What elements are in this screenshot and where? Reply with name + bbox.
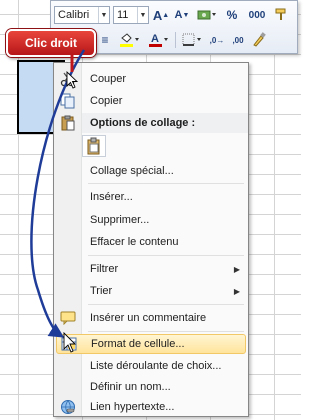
copy-icon bbox=[56, 91, 80, 111]
align-label: ≡ bbox=[101, 33, 109, 47]
menu-item-label: Définir un nom... bbox=[90, 381, 171, 393]
clipboard-icon bbox=[87, 137, 100, 155]
menu-item-cut[interactable]: Couper bbox=[56, 69, 246, 89]
font-color-button[interactable]: A bbox=[146, 31, 172, 49]
menu-item-label: Format de cellule... bbox=[91, 338, 185, 350]
blank-icon bbox=[56, 356, 80, 376]
thousands-separator-button[interactable]: 000 bbox=[244, 6, 270, 24]
right-click-callout: Clic droit bbox=[6, 29, 96, 57]
menu-item-dropdown-list[interactable]: Liste déroulante de choix... bbox=[56, 356, 246, 376]
decrease-decimal-button[interactable]: ,0→ bbox=[208, 31, 226, 49]
menu-item-delete[interactable]: Supprimer... bbox=[56, 210, 246, 230]
format-painter-icon bbox=[275, 8, 286, 20]
menu-item-label: Trier bbox=[90, 285, 113, 297]
menu-item-paste-special[interactable]: Collage spécial... bbox=[56, 161, 246, 181]
font-size-value: 11 bbox=[117, 9, 129, 21]
paste-options-header: Options de collage : bbox=[82, 113, 248, 133]
callout-label: Clic droit bbox=[24, 36, 77, 50]
menu-separator bbox=[88, 183, 244, 184]
money-icon bbox=[197, 10, 216, 20]
submenu-arrow-icon: ▶ bbox=[233, 264, 240, 274]
font-name-combo[interactable]: Calibri ▼ bbox=[54, 6, 110, 24]
accounting-format-button[interactable] bbox=[194, 6, 220, 24]
menu-item-sort[interactable]: Trier ▶ bbox=[56, 281, 246, 301]
paste-option-button[interactable] bbox=[82, 135, 106, 157]
menu-item-clear-contents[interactable]: Effacer le contenu bbox=[56, 232, 246, 252]
menu-item-label: Insérer un commentaire bbox=[90, 312, 207, 324]
blank-icon bbox=[56, 259, 80, 279]
increase-decimal-button[interactable]: ,00 bbox=[229, 31, 247, 49]
paste-options-label: Options de collage : bbox=[90, 117, 196, 129]
context-menu: Couper Copier Options de collage : Colla… bbox=[53, 62, 249, 417]
format-cells-icon bbox=[57, 334, 81, 354]
shrink-font-button[interactable]: A ▼ bbox=[173, 6, 191, 24]
blank-icon bbox=[56, 187, 80, 207]
mini-toolbar-row-1: Calibri ▼ 11 ▼ A ▲ A ▼ % 000 bbox=[54, 4, 294, 26]
thousands-label: 000 bbox=[248, 9, 266, 21]
menu-item-filter[interactable]: Filtrer ▶ bbox=[56, 259, 246, 279]
fill-color-button[interactable] bbox=[117, 31, 143, 49]
toolbar-separator bbox=[175, 32, 176, 48]
percent-button[interactable]: % bbox=[223, 6, 241, 24]
align-button[interactable]: ≡ bbox=[96, 31, 114, 49]
menu-item-label: Liste déroulante de choix... bbox=[90, 360, 222, 372]
shrink-font-label: A bbox=[174, 9, 183, 21]
blank-icon bbox=[56, 161, 80, 181]
fill-color-icon bbox=[120, 33, 139, 47]
menu-item-label: Lien hypertexte... bbox=[90, 401, 175, 413]
menu-item-label: Effacer le contenu bbox=[90, 236, 179, 248]
menu-item-copy[interactable]: Copier bbox=[56, 91, 246, 111]
format-painter-button[interactable] bbox=[273, 6, 291, 24]
font-name-value: Calibri bbox=[58, 9, 90, 21]
borders-icon bbox=[182, 33, 201, 46]
menu-item-label: Collage spécial... bbox=[90, 165, 174, 177]
menu-item-label: Copier bbox=[90, 95, 123, 107]
svg-text:A: A bbox=[151, 33, 159, 45]
menu-separator bbox=[88, 304, 244, 305]
blank-icon bbox=[56, 232, 80, 252]
font-color-icon: A bbox=[149, 33, 168, 47]
font-size-combo[interactable]: 11 ▼ bbox=[113, 6, 149, 24]
menu-item-define-name[interactable]: Définir un nom... bbox=[56, 377, 246, 397]
percent-label: % bbox=[226, 8, 238, 22]
menu-item-label: Supprimer... bbox=[90, 214, 150, 226]
chevron-down-icon[interactable]: ▼ bbox=[137, 7, 148, 23]
menu-separator bbox=[88, 331, 244, 332]
blank-icon bbox=[56, 210, 80, 230]
grow-font-label: A bbox=[152, 7, 163, 23]
borders-button[interactable] bbox=[179, 31, 205, 49]
paintbrush-icon bbox=[253, 32, 266, 47]
scissors-icon bbox=[56, 69, 80, 89]
chevron-down-icon[interactable]: ▼ bbox=[98, 7, 109, 23]
submenu-arrow-icon: ▶ bbox=[233, 286, 240, 296]
menu-separator bbox=[88, 255, 244, 256]
grow-font-button[interactable]: A ▲ bbox=[152, 6, 170, 24]
menu-item-format-cells[interactable]: Format de cellule... bbox=[56, 334, 246, 354]
menu-item-label: Insérer... bbox=[90, 191, 133, 203]
paste-icon bbox=[56, 113, 80, 133]
blank-icon bbox=[56, 377, 80, 397]
menu-item-label: Couper bbox=[90, 73, 127, 85]
blank-icon bbox=[56, 281, 80, 301]
paintbrush-button[interactable] bbox=[250, 31, 268, 49]
menu-item-label: Filtrer bbox=[90, 263, 119, 275]
increase-decimal-icon: ,00 bbox=[232, 35, 244, 45]
menu-item-insert-comment[interactable]: Insérer un commentaire bbox=[56, 308, 246, 328]
hyperlink-icon bbox=[56, 397, 80, 417]
menu-item-insert[interactable]: Insérer... bbox=[56, 187, 246, 207]
menu-item-hyperlink[interactable]: Lien hypertexte... bbox=[56, 397, 246, 417]
comment-icon bbox=[56, 308, 80, 328]
decrease-decimal-icon: ,0→ bbox=[209, 35, 225, 45]
